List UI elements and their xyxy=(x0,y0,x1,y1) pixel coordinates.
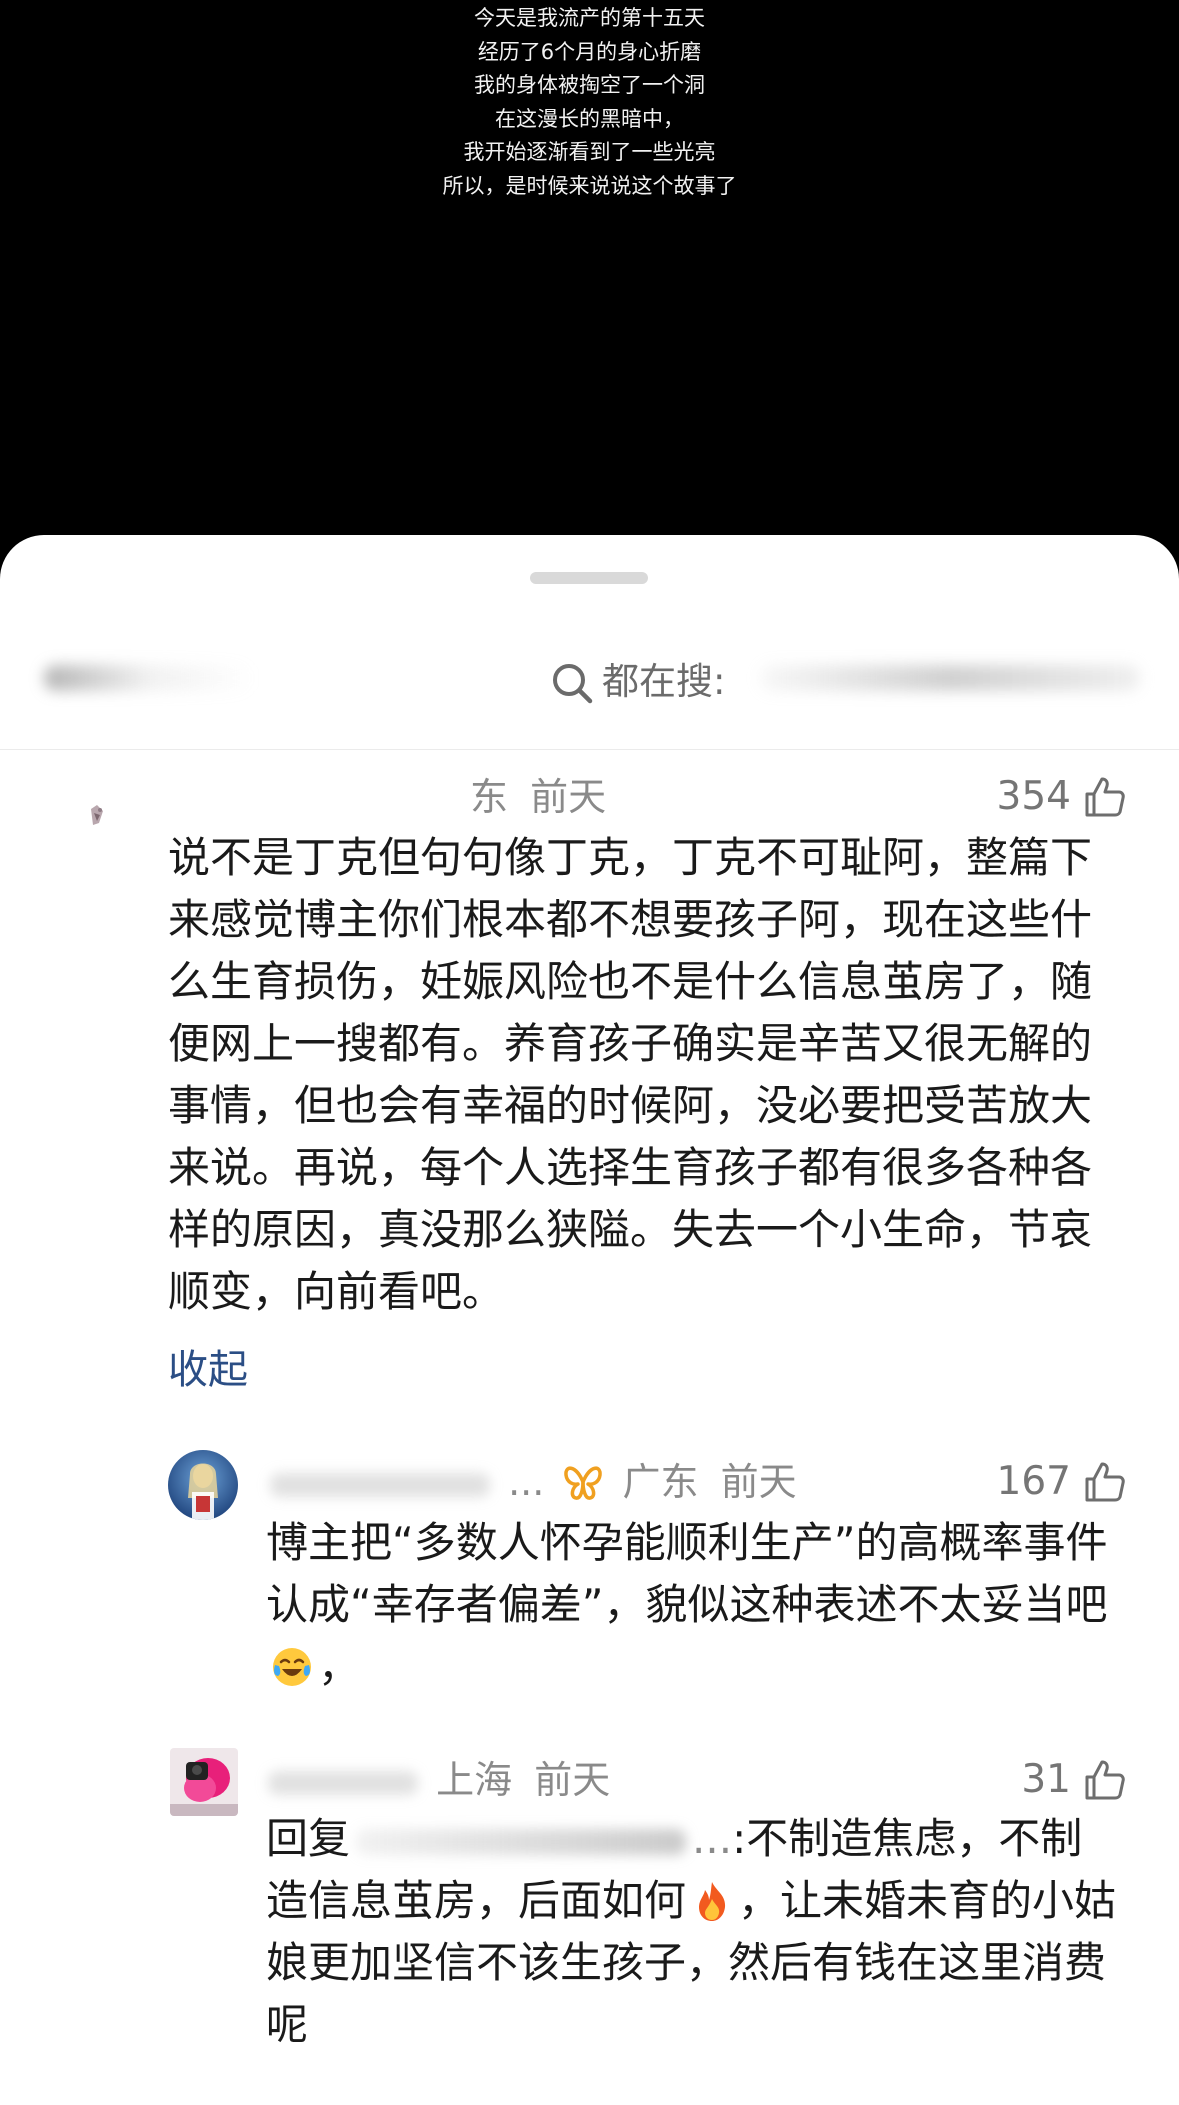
like-button[interactable]: 31 xyxy=(1021,1756,1127,1804)
reply-prefix: 回复 xyxy=(266,1814,351,1863)
comment-time: 前天 xyxy=(530,775,607,819)
blurred-username xyxy=(268,1770,418,1795)
avatar[interactable] xyxy=(82,801,112,831)
blurred-search-term xyxy=(760,665,1140,691)
caption-line: 在这漫长的黑暗中， xyxy=(495,106,684,131)
search-icon xyxy=(553,664,593,704)
comment-text: 博主把“多数人怀孕能顺利生产”的高概率事件认成“幸存者偏差”，貌似这种表述不太妥… xyxy=(266,1512,1116,1698)
comment-meta: ... 广东 前天 xyxy=(270,1458,797,1506)
comment-text-main: 博主把“多数人怀孕能顺利生产”的高概率事件认成“幸存者偏差”，貌似这种表述不太妥… xyxy=(266,1518,1108,1629)
sheet-drag-handle[interactable] xyxy=(530,572,648,584)
comment-text-tail: ， xyxy=(318,1642,361,1691)
thumbs-up-icon xyxy=(1085,777,1125,817)
blurred-username xyxy=(270,1472,490,1497)
collapse-link[interactable]: 收起 xyxy=(168,1345,248,1395)
blurred-text xyxy=(44,665,254,691)
comment-text: 说不是丁克但句句像丁克，丁克不可耻阿，整篇下来感觉博主你们根本都不想要孩子阿，现… xyxy=(168,833,1093,1316)
avatar-image-icon xyxy=(82,801,112,831)
avatar[interactable] xyxy=(168,1450,238,1520)
caption-line: 今天是我流产的第十五天 xyxy=(474,6,705,30)
laugh-cry-emoji-icon xyxy=(273,1648,311,1686)
avatar-image-icon xyxy=(170,1748,238,1816)
comment-location: 广东 xyxy=(622,1460,699,1504)
caption-line: 所以，是时候来说说这个故事了 xyxy=(442,173,737,198)
username-ellipsis: ... xyxy=(508,1460,545,1504)
like-count: 167 xyxy=(996,1459,1071,1504)
search-suggestion-bar[interactable]: 都在搜: xyxy=(0,635,1179,715)
video-background[interactable]: 今天是我流产的第十五天 经历了6个月的身心折磨 我的身体被掏空了一个洞 在这漫长… xyxy=(0,0,1179,560)
comment-location: 上海 xyxy=(436,1758,513,1802)
butterfly-badge-icon xyxy=(564,1466,603,1500)
search-label: 都在搜: xyxy=(602,660,726,703)
divider xyxy=(0,749,1179,750)
avatar-image-icon xyxy=(168,1450,238,1520)
comment-meta: 东 前天 xyxy=(470,773,606,821)
caption-line: 经历了6个月的身心折磨 xyxy=(477,39,702,64)
comment-text: 回复 ...:不制造焦虑，不制造信息茧房，后面如何 ，让未婚未育的小姑娘更加坚信不… xyxy=(266,1808,1122,2056)
blurred-reply-target xyxy=(356,1828,687,1855)
like-count: 31 xyxy=(1021,1757,1071,1802)
video-caption: 今天是我流产的第十五天 经历了6个月的身心折磨 我的身体被掏空了一个洞 在这漫长… xyxy=(0,2,1179,203)
avatar[interactable] xyxy=(170,1748,238,1816)
comment-location: 东 xyxy=(470,775,509,819)
comment-time: 前天 xyxy=(720,1460,797,1504)
fire-emoji-icon xyxy=(699,1882,726,1921)
reply-ellipsis: ... xyxy=(692,1814,733,1863)
comment-meta: 上海 前天 xyxy=(268,1756,610,1804)
like-count: 354 xyxy=(996,774,1071,819)
thumbs-up-icon xyxy=(1085,1462,1125,1502)
thumbs-up-icon xyxy=(1085,1760,1125,1800)
like-button[interactable]: 354 xyxy=(997,773,1127,821)
like-button[interactable]: 167 xyxy=(997,1458,1127,1506)
caption-line: 我的身体被掏空了一个洞 xyxy=(474,73,705,97)
comment-time: 前天 xyxy=(534,1758,611,1802)
caption-line: 我开始逐渐看到了一些光亮 xyxy=(463,140,716,164)
comment-sheet: 都在搜: 东 前天 354 说不是丁克但句句像丁克，丁克不可耻阿，整篇下来感觉博… xyxy=(0,535,1179,2105)
